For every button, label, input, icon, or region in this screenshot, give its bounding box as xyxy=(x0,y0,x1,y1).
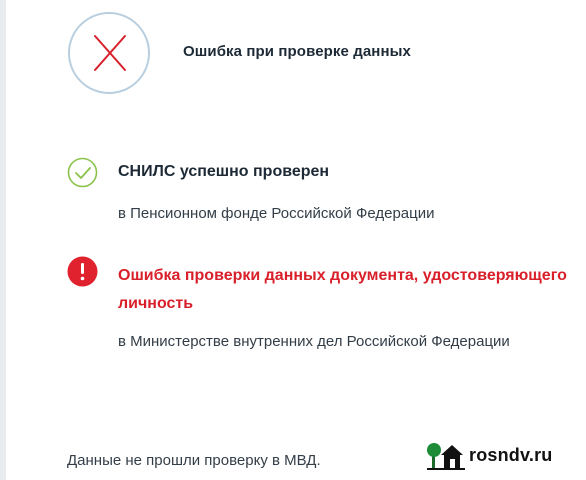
check-circle-icon xyxy=(67,157,98,188)
house-tree-logo xyxy=(427,443,465,470)
status-error-circle xyxy=(68,12,150,94)
close-icon xyxy=(94,35,126,71)
verification-result-page: Ошибка при проверке данных СНИЛС успешно… xyxy=(0,0,586,480)
snils-check-subtitle: в Пенсионном фонде Российской Федерации xyxy=(118,205,435,222)
document-check-error-title: Ошибка проверки данных документа, удосто… xyxy=(118,267,567,312)
watermark-text: rosndv.ru xyxy=(469,444,553,465)
exclamation-circle-icon xyxy=(67,256,98,287)
left-border xyxy=(0,0,6,480)
footer-note: Данные не прошли проверку в МВД. xyxy=(67,452,321,469)
document-check-subtitle: в Министерстве внутренних дел Российской… xyxy=(118,333,510,350)
page-title: Ошибка при проверке данных xyxy=(183,43,411,60)
snils-check-title: СНИЛС успешно проверен xyxy=(118,163,330,180)
watermark: rosndv.ru xyxy=(427,436,586,474)
